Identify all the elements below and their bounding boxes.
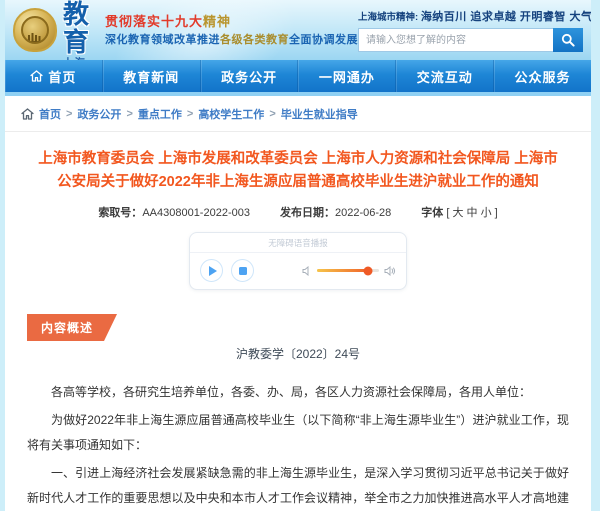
font-size-medium[interactable]: 中 <box>467 207 478 219</box>
nav-item-interaction[interactable]: 交流互动 <box>396 60 494 92</box>
audio-player-title: 无障碍语音播报 <box>190 233 406 253</box>
volume-fill <box>317 269 368 272</box>
nav-item-news[interactable]: 教育新闻 <box>103 60 201 92</box>
breadcrumb-separator: > <box>269 108 275 120</box>
play-icon <box>209 266 217 276</box>
main-nav: 首页 教育新闻 政务公开 一网通办 交流互动 公众服务 <box>5 60 591 96</box>
breadcrumb-separator: > <box>126 108 132 120</box>
breadcrumb-college-student-work[interactable]: 高校学生工作 <box>198 106 264 122</box>
site-logo[interactable]: 上海教育 上海市教育委员会主办 <box>13 0 93 60</box>
nav-item-home[interactable]: 首页 <box>5 60 103 92</box>
breadcrumb-home-icon <box>21 108 34 120</box>
stop-icon <box>239 267 247 275</box>
article: 上海市教育委员会 上海市发展和改革委员会 上海市人力资源和社会保障局 上海市公安… <box>5 148 591 511</box>
font-size-control: 字体 [ 大 中 小 ] <box>421 204 497 220</box>
audio-player: 无障碍语音播报 <box>189 232 407 290</box>
search-input[interactable] <box>358 28 553 52</box>
page: 上海教育 上海市教育委员会主办 贯彻落实十九大精神 深化教育领域改革推进各级各类… <box>0 0 600 511</box>
paragraph: 一、引进上海经济社会发展紧缺急需的非上海生源毕业生，是深入学习贯彻习近平总书记关… <box>27 461 569 511</box>
nav-item-gov-affairs[interactable]: 政务公开 <box>201 60 299 92</box>
article-body: 各高等学校，各研究生培养单位，各委、办、局，各区人力资源社会保障局，各用人单位：… <box>27 380 569 511</box>
breadcrumb-key-work[interactable]: 重点工作 <box>138 106 182 122</box>
document-number: 沪教委学〔2022〕24号 <box>27 345 569 362</box>
volume-slider[interactable] <box>317 269 379 272</box>
slogan-line-1: 贯彻落实十九大精神 <box>105 12 358 32</box>
site-subtitle: 上海市教育委员会主办 <box>63 58 93 60</box>
paragraph: 为做好2022年非上海生源应届普通高校毕业生（以下简称“非上海生源毕业生”）进沪… <box>27 408 569 458</box>
paragraph: 各高等学校，各研究生培养单位，各委、办、局，各区人力资源社会保障局，各用人单位： <box>27 380 569 405</box>
breadcrumb-home[interactable]: 首页 <box>39 106 61 122</box>
breadcrumb: 首页 > 政务公开 > 重点工作 > 高校学生工作 > 毕业生就业指导 <box>5 96 591 132</box>
site-title: 上海教育 <box>63 0 93 56</box>
volume-high-icon <box>384 266 396 276</box>
home-icon <box>30 70 43 82</box>
breadcrumb-separator: > <box>187 108 193 120</box>
search-bar <box>358 28 583 52</box>
breadcrumb-graduate-employment[interactable]: 毕业生就业指导 <box>281 106 358 122</box>
volume-low-icon <box>302 266 312 276</box>
site-banner: 上海教育 上海市教育委员会主办 贯彻落实十九大精神 深化教育领域改革推进各级各类… <box>5 0 591 60</box>
section-tab-summary: 内容概述 <box>27 314 117 341</box>
breadcrumb-separator: > <box>66 108 72 120</box>
slogan-line-2: 深化教育领域改革推进各级各类教育全面协调发展 <box>105 32 358 49</box>
breadcrumb-gov-affairs[interactable]: 政务公开 <box>77 106 121 122</box>
volume-knob[interactable] <box>363 266 372 275</box>
nav-item-one-portal[interactable]: 一网通办 <box>298 60 396 92</box>
stop-button[interactable] <box>231 259 254 282</box>
article-meta: 索取号：AA4308001-2022-003 发布日期：2022-06-28 字… <box>27 204 569 220</box>
play-button[interactable] <box>200 259 223 282</box>
index-number: 索取号：AA4308001-2022-003 <box>98 204 250 220</box>
font-size-large[interactable]: 大 <box>452 207 463 219</box>
search-icon <box>561 33 575 47</box>
shanghai-education-logo-icon <box>13 8 57 52</box>
city-spirit-text: 上海城市精神: 海纳百川 追求卓越 开明睿智 大气谦和 <box>358 8 583 24</box>
main-content: 首页 > 政务公开 > 重点工作 > 高校学生工作 > 毕业生就业指导 上海市教… <box>5 96 591 511</box>
search-button[interactable] <box>553 28 583 52</box>
nav-item-public-service[interactable]: 公众服务 <box>494 60 591 92</box>
banner-slogans: 贯彻落实十九大精神 深化教育领域改革推进各级各类教育全面协调发展 <box>105 12 358 48</box>
font-size-small[interactable]: 小 <box>481 207 492 219</box>
publish-date: 发布日期：2022-06-28 <box>280 204 391 220</box>
article-title: 上海市教育委员会 上海市发展和改革委员会 上海市人力资源和社会保障局 上海市公安… <box>31 148 565 194</box>
